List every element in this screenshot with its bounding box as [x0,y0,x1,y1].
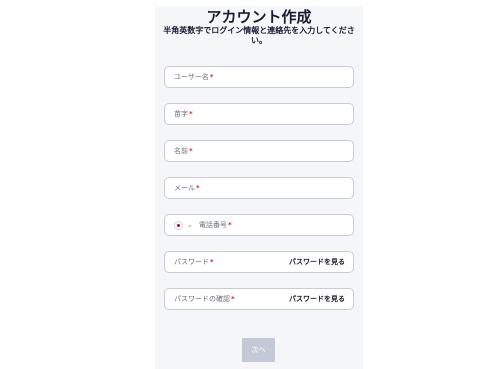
required-mark: * [189,147,193,155]
email-label: メール* [174,184,200,192]
phone-label: 電話番号* [199,221,232,229]
required-mark: * [228,221,232,229]
last-name-label: 苗字* [174,110,193,118]
password-field[interactable]: パスワード* パスワードを見る [164,251,354,273]
required-mark: * [189,110,193,118]
show-password-confirm-button[interactable]: パスワードを見る [289,294,345,305]
next-button[interactable]: 次へ [242,338,275,362]
email-field[interactable]: メール* [164,177,354,199]
required-mark: * [210,258,214,266]
password-confirm-field[interactable]: パスワードの確認* パスワードを見る [164,288,354,310]
password-confirm-label: パスワードの確認* [174,295,235,303]
last-name-field[interactable]: 苗字* [164,103,354,125]
username-field[interactable]: ユーザー名* [164,66,354,88]
japan-flag-icon[interactable] [174,221,183,230]
phone-field[interactable]: ⌄ 電話番号* [164,214,354,236]
password-label: パスワード* [174,258,214,266]
required-mark: * [196,184,200,192]
username-label: ユーザー名* [174,73,214,81]
chevron-down-icon[interactable]: ⌄ [187,220,193,231]
required-mark: * [209,73,214,81]
required-mark: * [231,295,235,303]
first-name-label: 名前* [174,147,193,155]
first-name-field[interactable]: 名前* [164,140,354,162]
show-password-button[interactable]: パスワードを見る [289,257,345,268]
page-title: アカウント作成 [206,8,312,26]
page-subtitle: 半角英数字でログイン情報と連絡先を入力してください。 [163,26,355,45]
